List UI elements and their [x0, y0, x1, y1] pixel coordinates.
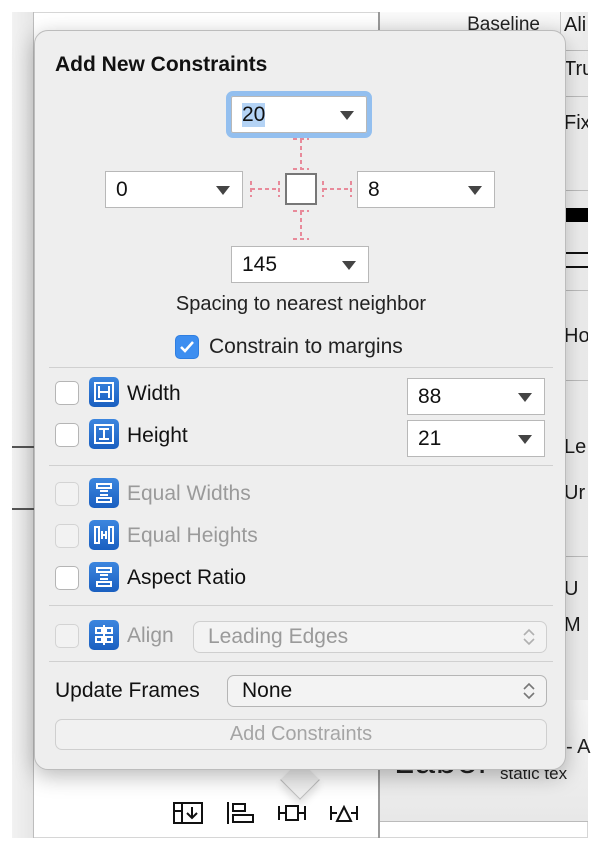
inspector-text: M: [564, 614, 581, 636]
inspector-text: Ur: [564, 482, 586, 504]
left-ruler: [12, 12, 34, 838]
height-value-field[interactable]: 21: [407, 420, 545, 457]
checkmark-icon: [180, 341, 194, 353]
height-icon: [89, 419, 119, 449]
separator: [49, 367, 553, 368]
align-label: Align: [127, 624, 174, 647]
width-value-field[interactable]: 88: [407, 378, 545, 415]
ruler-tick: [12, 446, 34, 448]
width-icon: [89, 377, 119, 407]
aspect-ratio-label: Aspect Ratio: [127, 566, 247, 589]
separator: [49, 465, 553, 466]
leading-spacing-field[interactable]: 0: [105, 171, 243, 208]
inspector-text: Ho: [564, 325, 588, 347]
bottom-strut-toggle[interactable]: [293, 209, 309, 241]
update-frames-label: Update Frames: [55, 679, 200, 702]
popover-title: Add New Constraints: [55, 53, 268, 76]
separator: [49, 661, 553, 662]
align-icon: [89, 620, 119, 650]
equal-widths-icon: [89, 478, 119, 508]
chevron-down-icon[interactable]: [342, 261, 356, 270]
trailing-spacing-field[interactable]: 8: [357, 171, 495, 208]
inspector-text: Tru: [564, 58, 588, 80]
chevron-down-icon[interactable]: [468, 186, 482, 195]
up-down-chevron-icon: [523, 628, 535, 646]
add-constraints-button[interactable]: Add Constraints: [55, 719, 547, 750]
chevron-down-icon[interactable]: [340, 111, 354, 120]
height-checkbox[interactable]: [55, 423, 79, 447]
inspector-text: U: [564, 578, 579, 600]
canvas-dash-text: - A: [566, 736, 591, 758]
constrain-to-margins-checkbox[interactable]: [175, 335, 199, 359]
aspect-ratio-icon: [89, 562, 119, 592]
height-label: Height: [127, 424, 188, 447]
spacing-caption: Spacing to nearest neighbor: [175, 293, 427, 315]
add-constraints-popover: Add New Constraints 20 0 8 145 Spacing t…: [34, 30, 566, 770]
align-popup-value: Leading Edges: [208, 625, 349, 648]
selected-view-box: [285, 173, 317, 205]
embed-in-stack-icon[interactable]: [170, 799, 206, 827]
align-checkbox[interactable]: [55, 624, 79, 648]
leading-strut-toggle[interactable]: [249, 181, 281, 197]
top-strut-toggle[interactable]: [293, 137, 309, 171]
pin-icon[interactable]: [274, 799, 310, 827]
width-value: 88: [418, 384, 442, 408]
trailing-spacing-value: 8: [368, 177, 380, 201]
equal-widths-checkbox[interactable]: [55, 482, 79, 506]
width-label: Width: [127, 382, 181, 405]
constrain-to-margins-label: Constrain to margins: [209, 335, 403, 358]
equal-widths-label: Equal Widths: [127, 482, 251, 505]
equal-heights-icon: [89, 520, 119, 550]
align-icon[interactable]: [222, 799, 258, 827]
equal-heights-label: Equal Heights: [127, 524, 258, 547]
inspector-text: Fix: [564, 112, 588, 134]
align-popup[interactable]: Leading Edges: [193, 621, 547, 653]
update-frames-value: None: [242, 679, 293, 702]
aspect-ratio-checkbox[interactable]: [55, 566, 79, 590]
inspector-text: Le: [564, 436, 587, 458]
chevron-down-icon[interactable]: [518, 393, 532, 402]
width-checkbox[interactable]: [55, 381, 79, 405]
resolve-issues-icon[interactable]: [326, 799, 362, 827]
separator: [49, 605, 553, 606]
layout-toolbar: [170, 796, 362, 830]
trailing-strut-toggle[interactable]: [321, 181, 353, 197]
height-value: 21: [418, 426, 442, 450]
top-spacing-value: 20: [242, 102, 266, 127]
equal-heights-checkbox[interactable]: [55, 524, 79, 548]
up-down-chevron-icon: [523, 682, 535, 700]
update-frames-popup[interactable]: None: [227, 675, 547, 707]
chevron-down-icon[interactable]: [518, 435, 532, 444]
bottom-spacing-field[interactable]: 145: [231, 246, 369, 283]
chevron-down-icon[interactable]: [216, 186, 230, 195]
bottom-spacing-value: 145: [242, 252, 278, 276]
inspector-text: Ali: [564, 14, 587, 36]
leading-spacing-value: 0: [116, 177, 128, 201]
ruler-tick: [12, 508, 34, 510]
top-spacing-field[interactable]: 20: [226, 91, 372, 138]
